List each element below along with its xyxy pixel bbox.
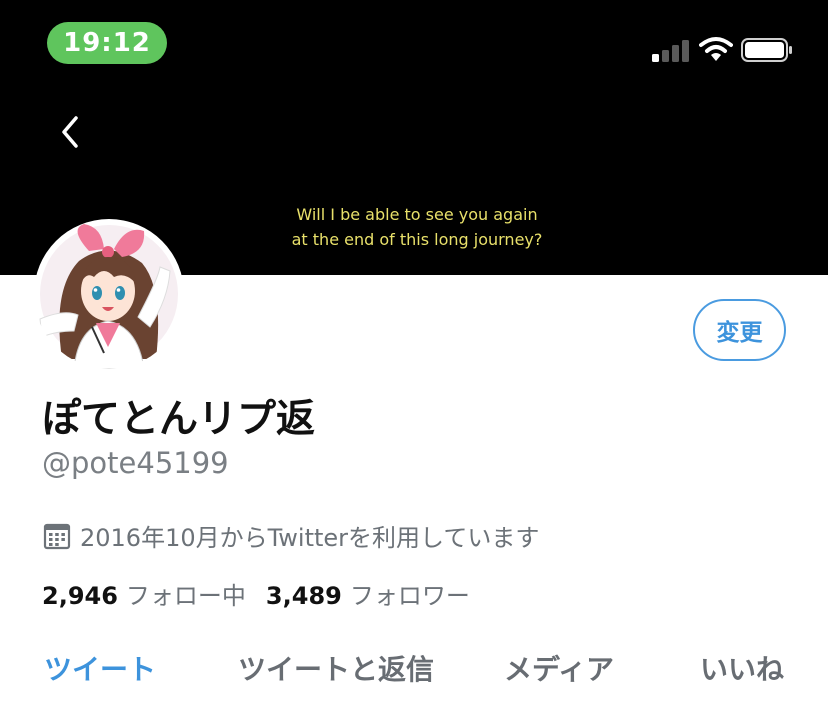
followers-label: フォロワー: [349, 582, 470, 610]
calendar-icon: [43, 523, 71, 549]
profile-avatar[interactable]: [34, 219, 184, 369]
battery-icon: [741, 38, 792, 62]
tab-media[interactable]: メディア: [504, 648, 614, 688]
profile-handle: @pote45199: [42, 446, 229, 480]
following-count: 2,946: [42, 582, 118, 610]
following-link[interactable]: 2,946 フォロー中: [42, 576, 266, 611]
tab-likes[interactable]: いいね: [700, 648, 784, 688]
join-date: 2016年10月からTwitterを利用しています: [42, 518, 539, 553]
cellular-signal-icon: [652, 38, 692, 62]
status-time: 19:12: [47, 22, 167, 64]
followers-link[interactable]: 3,489 フォロワー: [266, 576, 490, 611]
wifi-icon: [699, 37, 733, 61]
back-chevron-icon[interactable]: [54, 112, 90, 152]
edit-profile-button[interactable]: 変更: [693, 299, 786, 361]
follow-stats: 2,946 フォロー中 3,489 フォロワー: [42, 576, 490, 611]
profile-name: ぽてとんリプ返: [42, 397, 316, 442]
followers-count: 3,489: [265, 582, 342, 610]
profile-tabs: ツイート ツイートと返信 メディア いいね: [0, 648, 828, 688]
tab-tweets-and-replies[interactable]: ツイートと返信: [238, 648, 434, 688]
tab-tweets[interactable]: ツイート: [44, 648, 156, 688]
following-label: フォロー中: [125, 582, 246, 610]
join-date-text: 2016年10月からTwitterを利用しています: [80, 524, 540, 552]
